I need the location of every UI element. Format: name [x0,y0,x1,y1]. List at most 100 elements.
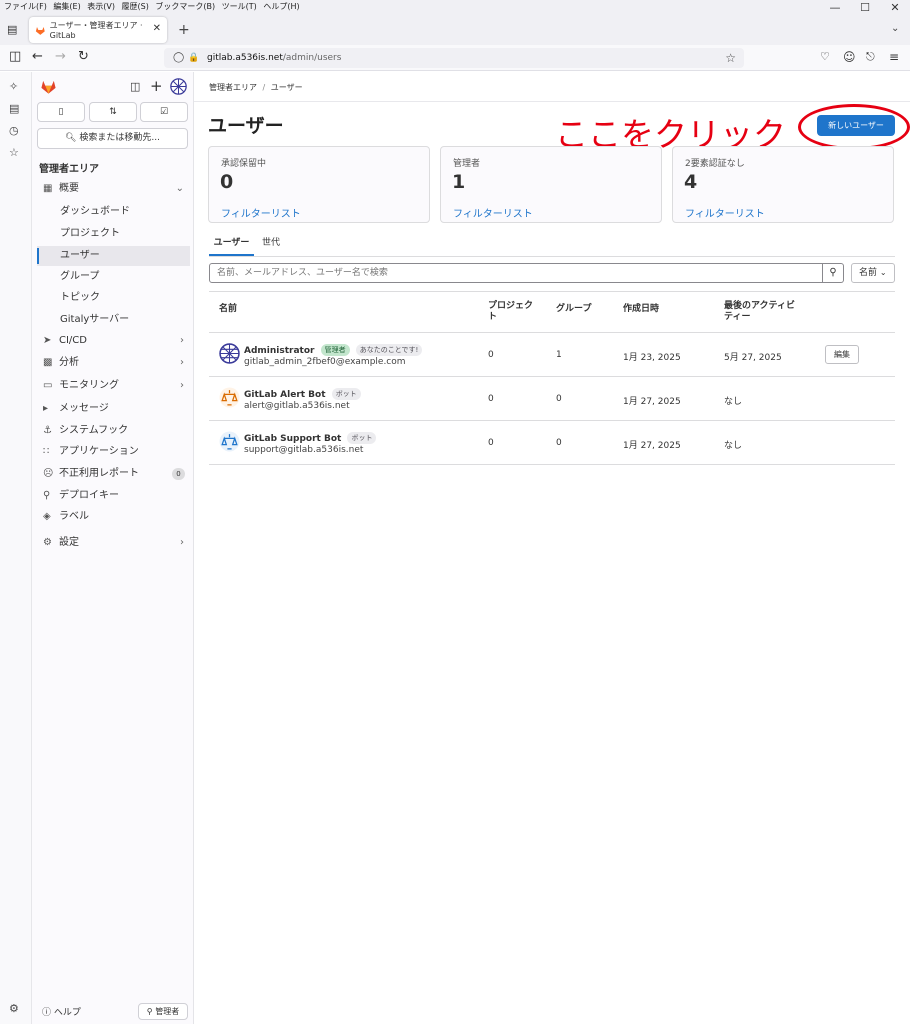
nav-labels[interactable]: ◈ ラベル [37,507,190,527]
user-name-link[interactable]: GitLab Alert Bot [244,390,326,400]
stat-card-admins: 管理者 1 フィルターリスト [440,146,662,223]
user-created: 1月 23, 2025 [623,353,681,363]
stat-card-pending: 承認保留中 0 フィルターリスト [208,146,430,223]
user-name-link[interactable]: GitLab Support Bot [244,434,341,444]
nav-monitoring-label: モニタリング [59,380,119,391]
create-new-icon[interactable]: + [150,77,163,95]
edit-button[interactable]: 編集 [825,345,859,364]
tab-title: ユーザー・管理者エリア · GitLab [49,21,143,40]
stat-filter-link[interactable]: フィルターリスト [453,205,533,220]
nav-topics[interactable]: トピック [37,288,190,308]
menu-help[interactable]: ヘルプ(H) [263,0,299,13]
new-user-button[interactable]: 新しいユーザー [817,115,895,136]
hamburger-menu-icon[interactable]: ≡ [889,49,899,65]
user-email: support@gitlab.a536is.net [244,445,364,455]
merge-requests-button[interactable]: ⇅ [89,102,137,122]
ai-sparkle-icon[interactable]: ✧ [9,80,18,93]
table-row: GitLab Alert Bot ボット alert@gitlab.a536is… [209,377,895,421]
forward-icon[interactable]: → [55,49,66,65]
stat-filter-link[interactable]: フィルターリスト [221,205,301,220]
support-bot-avatar[interactable] [219,431,240,452]
history-clock-icon[interactable]: ◷ [9,124,19,137]
menu-tools[interactable]: ツール(T) [222,0,257,13]
nav-abuse-reports[interactable]: ☹ 不正利用レポート 0 [37,464,190,484]
nav-gitaly[interactable]: Gitalyサーバー [37,310,190,330]
admin-label: 管理者 [155,1007,180,1016]
nav-system-hooks-label: システムフック [59,425,129,436]
area-title: 管理者エリア [39,164,99,175]
issues-button[interactable]: ▯ [37,102,85,122]
back-icon[interactable]: ← [32,49,43,65]
stat-filter-link[interactable]: フィルターリスト [685,205,765,220]
col-last-activity: 最後のアクティビティー [724,301,796,322]
search-button[interactable]: 🔍︎ 検索または移動先... [37,128,188,149]
breadcrumb-current[interactable]: ユーザー [271,83,303,92]
menu-edit[interactable]: 編集(E) [53,0,80,13]
pocket-icon[interactable]: ♡ [820,49,830,65]
admin-button[interactable]: ⚲ 管理者 [138,1003,188,1020]
tab-close-icon[interactable]: ✕ [153,23,161,34]
tab-users[interactable]: ユーザー [209,234,254,256]
user-groups: 1 [556,350,562,360]
new-tab-icon[interactable]: + [178,22,190,38]
gitlab-favicon-icon [35,26,45,35]
nav-overview-label: 概要 [59,183,79,194]
user-avatar-icon[interactable] [170,78,187,95]
nav-projects[interactable]: プロジェクト [37,224,190,244]
reader-icon[interactable]: ▤ [9,102,19,115]
nav-overview[interactable]: ▦ 概要 ⌄ [37,179,190,199]
nav-cicd-label: CI/CD [59,335,87,346]
nav-system-hooks[interactable]: ⚓ システムフック [37,421,190,441]
nav-settings[interactable]: ⚙ 設定 › [37,533,190,553]
nav-messages[interactable]: ▸ メッセージ [37,399,190,419]
user-projects: 0 [488,394,494,404]
sort-dropdown[interactable]: 名前 ⌄ [851,263,895,283]
col-created: 作成日時 [623,304,660,314]
menu-history[interactable]: 履歴(S) [122,0,149,13]
search-input[interactable] [209,263,823,283]
menu-file[interactable]: ファイル(F) [4,0,47,13]
bookmark-star-icon[interactable]: ☆ [725,48,736,68]
account-icon[interactable]: ☺ [843,49,856,65]
anchor-icon: ⚓ [43,425,52,436]
nav-dashboard[interactable]: ダッシュボード [37,202,190,222]
stat-card-no-2fa: 2要素認証なし 4 フィルターリスト [672,146,894,223]
nav-deploy-keys[interactable]: ⚲ デプロイキー [37,486,190,506]
tab-cohorts[interactable]: 世代 [262,234,280,252]
alert-bot-avatar[interactable] [219,387,240,408]
tab-list-icon[interactable]: ▤ [7,23,17,36]
nav-cicd[interactable]: ➤ CI/CD › [37,331,190,351]
rail-settings-icon[interactable]: ⚙ [9,1002,19,1015]
help-link[interactable]: ⓘ ヘルプ [42,1005,81,1018]
reload-icon[interactable]: ↻ [78,49,89,65]
nav-applications[interactable]: ∷ アプリケーション [37,442,190,462]
nav-users[interactable]: ユーザー [37,246,190,266]
menu-view[interactable]: 表示(V) [87,0,115,13]
nav-analytics[interactable]: ▩ 分析 › [37,353,190,373]
stat-label: 2要素認証なし [685,159,745,169]
user-email: gitlab_admin_2fbef0@example.com [244,357,406,367]
lock-icon[interactable]: 🔒 [188,48,199,68]
extensions-icon[interactable]: ⎋ [866,49,875,65]
nav-applications-label: アプリケーション [59,446,139,457]
breadcrumb-separator: / [262,83,266,92]
url-bar[interactable]: ◯ 🔒 gitlab.a536is.net/admin/users ☆ [164,48,744,68]
browser-tab[interactable]: ユーザー・管理者エリア · GitLab ✕ [29,17,167,43]
tab-overflow-icon[interactable]: ⌄ [891,23,899,34]
menu-bookmarks[interactable]: ブックマーク(B) [155,0,215,13]
collapse-sidebar-icon[interactable]: ◫ [130,80,140,93]
navigation-bar: ◫ ← → ↻ ◯ 🔒 gitlab.a536is.net/admin/user… [0,45,910,71]
nav-groups[interactable]: グループ [37,267,190,287]
shield-icon[interactable]: ◯ [173,48,184,68]
breadcrumb-root[interactable]: 管理者エリア [209,83,257,92]
gitlab-logo-icon[interactable] [40,78,57,95]
bookmarks-star-icon[interactable]: ☆ [9,146,19,159]
nav-monitoring[interactable]: ▭ モニタリング › [37,376,190,396]
search-submit-button[interactable]: ⚲ [823,263,844,283]
sidebar-toggle-icon[interactable]: ◫ [9,49,21,65]
todo-button[interactable]: ☑ [140,102,188,122]
stat-value: 0 [220,171,234,193]
browser-menubar: ファイル(F) 編集(E) 表示(V) 履歴(S) ブックマーク(B) ツール(… [0,0,910,14]
administrator-avatar[interactable] [219,343,240,364]
user-name-link[interactable]: Administrator [244,346,314,356]
